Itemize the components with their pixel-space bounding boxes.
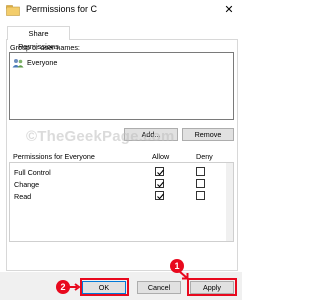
permissions-dialog: Permissions for C ✕ Share Permissions Gr… xyxy=(0,0,242,300)
perm-row-change: Change xyxy=(14,180,40,189)
arrow-down-right-icon xyxy=(178,270,189,280)
title-bar: Permissions for C ✕ xyxy=(0,0,242,22)
close-icon[interactable]: ✕ xyxy=(222,3,236,17)
users-icon xyxy=(12,58,24,67)
ok-highlight-box xyxy=(80,278,129,296)
list-item-everyone[interactable]: Everyone xyxy=(12,57,57,68)
step-2-badge: 2 xyxy=(56,280,70,294)
list-item-label: Everyone xyxy=(27,58,58,67)
checkmark-icon xyxy=(157,193,164,200)
permissions-for-label: Permissions for Everyone xyxy=(13,152,95,161)
cancel-button[interactable]: Cancel xyxy=(137,281,181,294)
full-control-allow-checkbox[interactable] xyxy=(155,167,164,176)
perm-row-full-control: Full Control xyxy=(14,168,51,177)
read-deny-checkbox[interactable] xyxy=(196,191,205,200)
permissions-scrollbar[interactable] xyxy=(226,163,233,241)
checkmark-icon xyxy=(157,169,164,176)
full-control-deny-checkbox[interactable] xyxy=(196,167,205,176)
tab-share-permissions[interactable]: Share Permissions xyxy=(7,26,70,51)
remove-button[interactable]: Remove xyxy=(182,128,234,141)
arrow-right-icon xyxy=(69,283,81,291)
folder-icon xyxy=(6,5,20,16)
change-allow-checkbox[interactable] xyxy=(155,179,164,188)
group-user-list[interactable]: Everyone xyxy=(9,52,234,120)
watermark: ©TheGeekPage.com xyxy=(26,128,175,145)
perm-row-read: Read xyxy=(14,192,32,201)
allow-column-header: Allow xyxy=(152,152,170,161)
read-allow-checkbox[interactable] xyxy=(155,191,164,200)
window-title: Permissions for C xyxy=(26,4,98,14)
checkmark-icon xyxy=(157,181,164,188)
apply-highlight-box xyxy=(187,278,237,296)
change-deny-checkbox[interactable] xyxy=(196,179,205,188)
deny-column-header: Deny xyxy=(196,152,213,161)
